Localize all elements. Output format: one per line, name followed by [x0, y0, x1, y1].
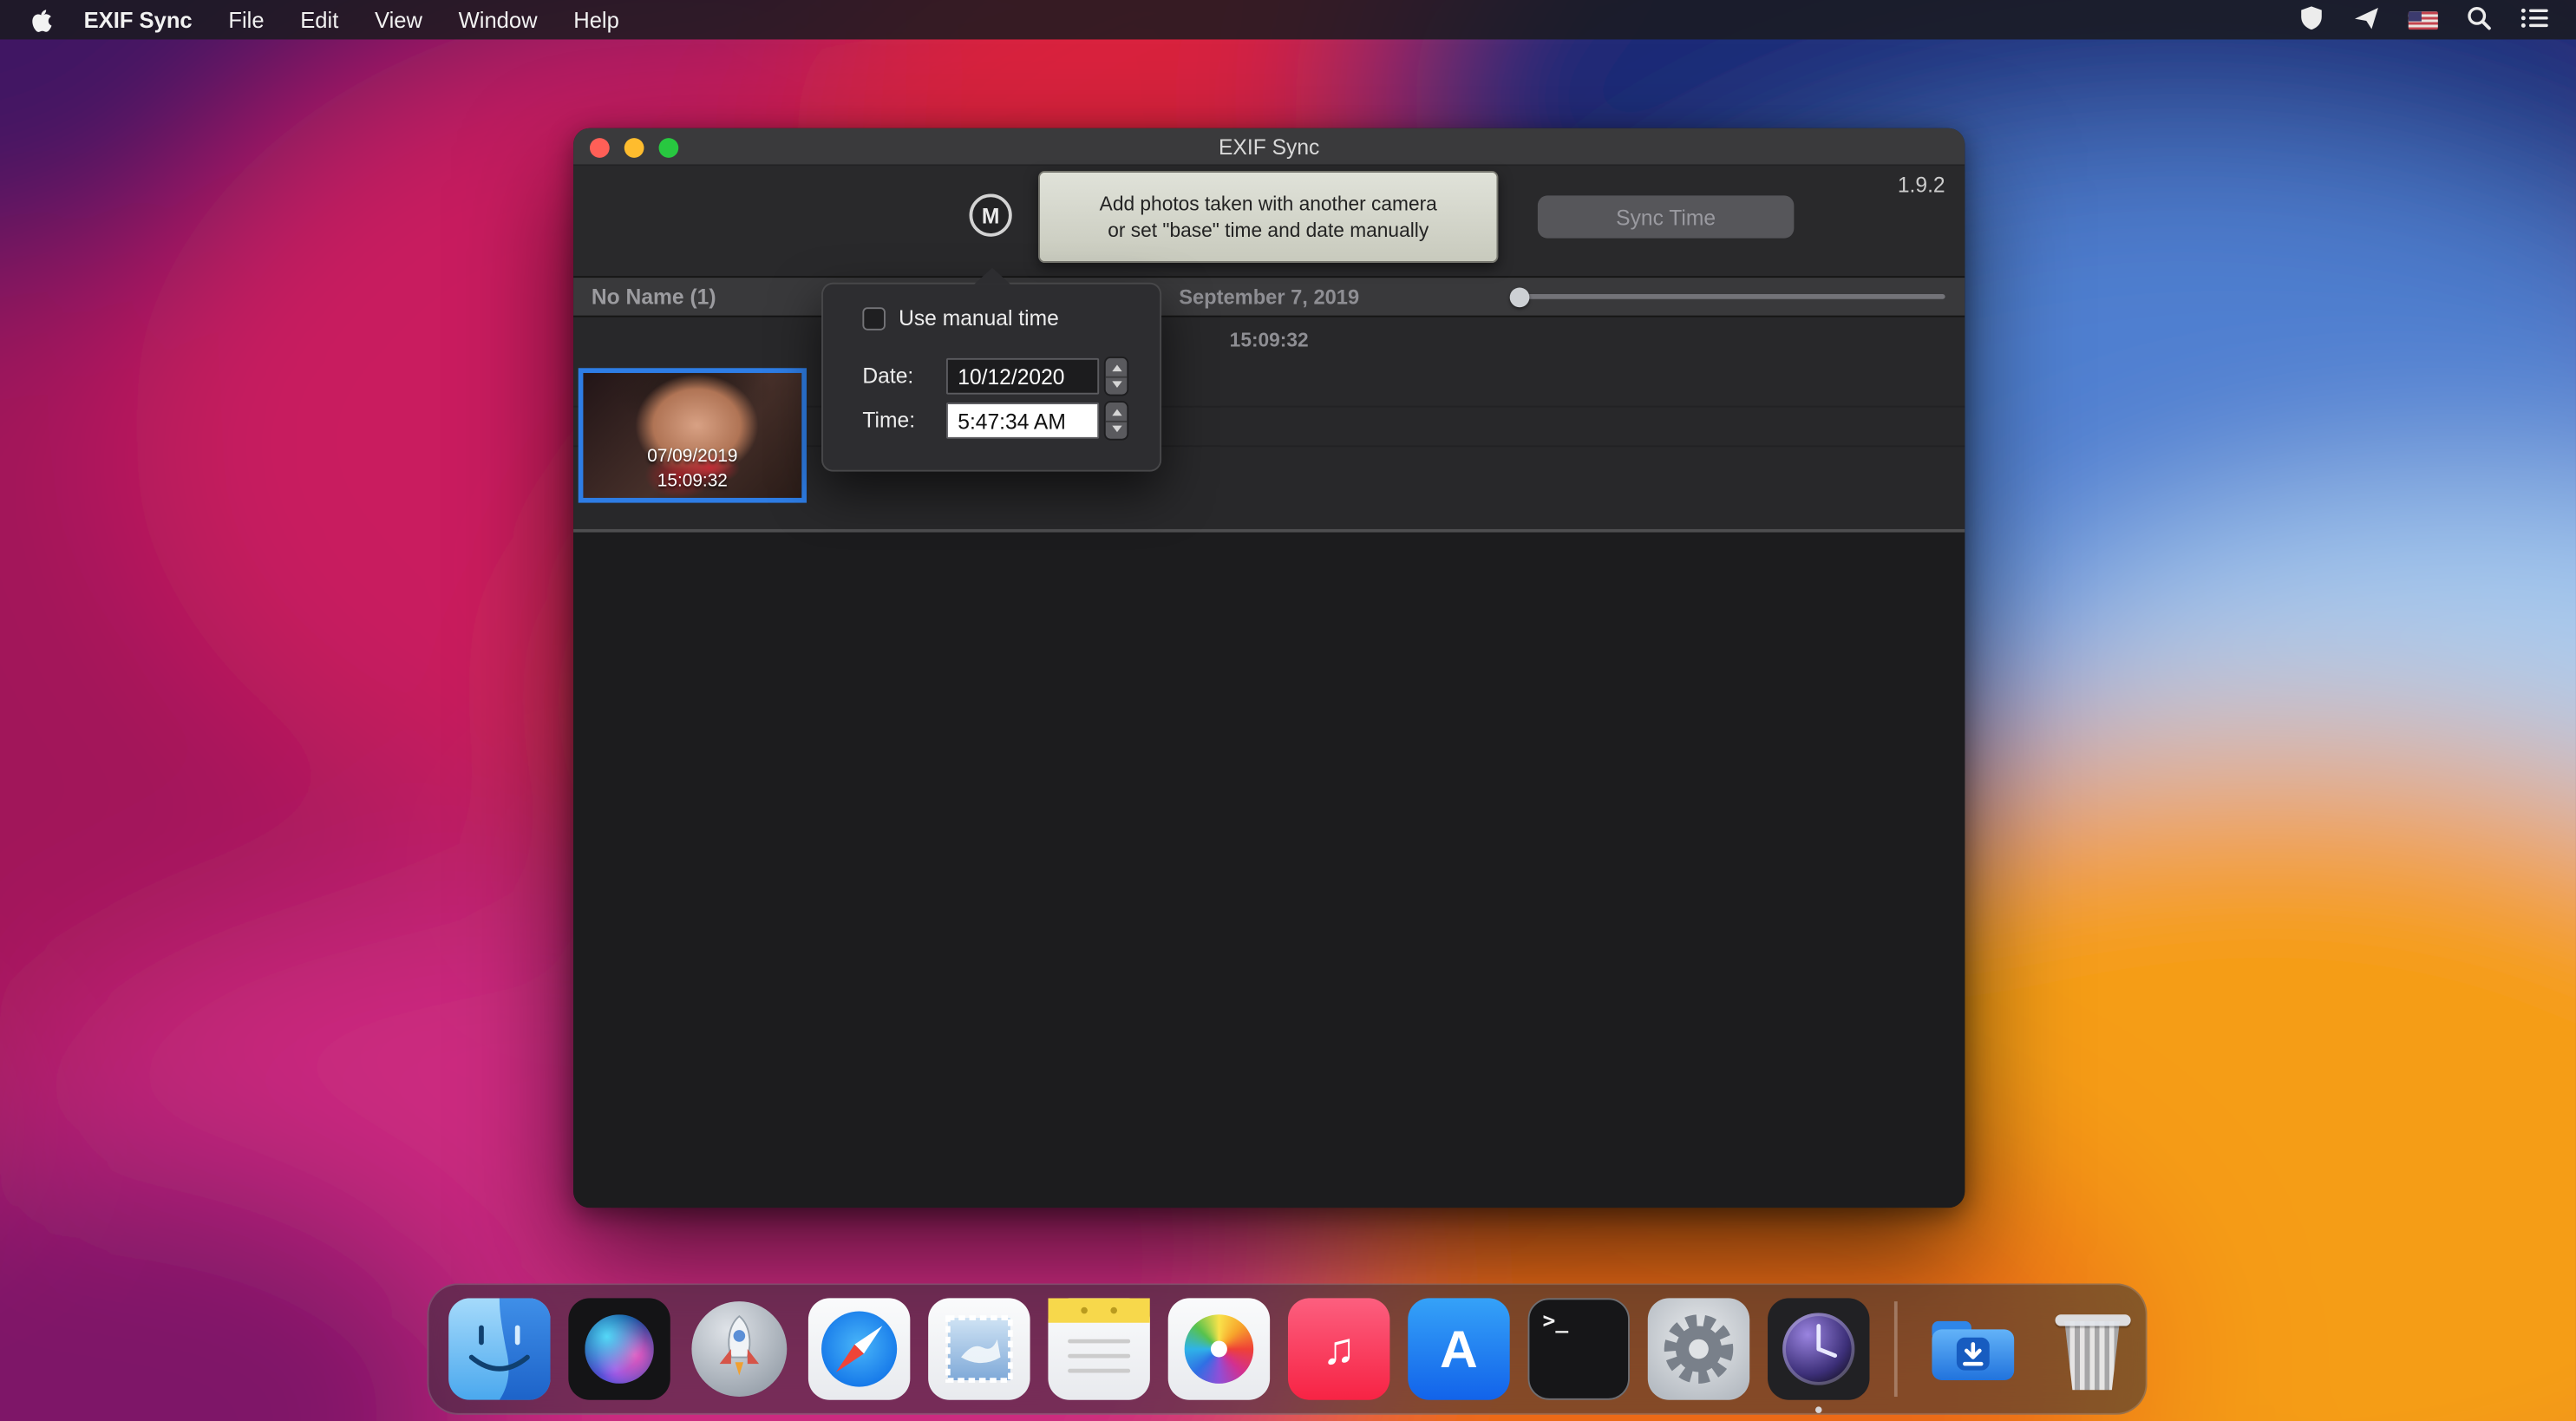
- shield-status-icon[interactable]: [2298, 4, 2324, 36]
- manual-time-button[interactable]: M: [970, 194, 1012, 237]
- spotlight-icon[interactable]: [2466, 4, 2492, 36]
- menu-edit[interactable]: Edit: [300, 8, 338, 32]
- dock-siri-icon[interactable]: [568, 1298, 670, 1399]
- dock-launchpad-icon[interactable]: [689, 1298, 790, 1399]
- dock-safari-icon[interactable]: [808, 1298, 910, 1399]
- empty-content-area: [573, 533, 1965, 1208]
- menu-bar-left: EXIF Sync File Edit View Window Help: [0, 6, 619, 34]
- dock-trash-icon[interactable]: [2041, 1298, 2142, 1399]
- apple-menu-icon[interactable]: [29, 6, 54, 34]
- time-stepper[interactable]: [1106, 403, 1128, 439]
- dock-notes-icon[interactable]: [1048, 1298, 1149, 1399]
- time-label: Time:: [862, 408, 915, 432]
- menu-help[interactable]: Help: [573, 8, 619, 32]
- date-stepper-down[interactable]: [1106, 377, 1128, 395]
- dock-terminal-icon[interactable]: >_: [1528, 1298, 1630, 1399]
- date-label: Date:: [862, 363, 913, 388]
- dock-divider: [1894, 1301, 1897, 1397]
- time-stepper-down[interactable]: [1106, 422, 1128, 439]
- photo-thumbnail-caption: 07/09/2019 15:09:32: [583, 446, 801, 493]
- list-header: September 7, 2019 No Name (1): [573, 276, 1965, 317]
- manual-time-tooltip: Add photos taken with another camera or …: [1038, 171, 1498, 263]
- menu-bar: EXIF Sync File Edit View Window Help: [0, 0, 2576, 39]
- minimize-button[interactable]: [624, 137, 644, 157]
- app-menu-title[interactable]: EXIF Sync: [84, 8, 193, 32]
- dock-system-preferences-icon[interactable]: [1648, 1298, 1749, 1399]
- music-note-glyph: ♫: [1323, 1324, 1356, 1375]
- time-stepper-up[interactable]: [1106, 403, 1128, 422]
- keyboard-layout-flag-icon[interactable]: [2409, 10, 2438, 29]
- dock-mail-icon[interactable]: [928, 1298, 1030, 1399]
- flag-canton: [2409, 10, 2422, 20]
- siri-orb: [585, 1314, 654, 1384]
- trash-basket: [2059, 1321, 2125, 1391]
- running-indicator-dot: [1815, 1406, 1822, 1413]
- tooltip-line-1: Add photos taken with another camera: [1100, 190, 1437, 217]
- sync-time-button[interactable]: Sync Time: [1538, 195, 1794, 238]
- title-bar[interactable]: EXIF Sync: [573, 128, 1965, 167]
- dock-exif-sync-icon[interactable]: [1768, 1298, 1869, 1399]
- trash-rim: [2055, 1314, 2130, 1326]
- photo-thumbnail[interactable]: 07/09/2019 15:09:32: [579, 368, 807, 502]
- header-group-label: No Name (1): [592, 278, 716, 316]
- app-version: 1.9.2: [1898, 173, 1945, 197]
- use-manual-time-checkbox[interactable]: [862, 307, 886, 331]
- dock-music-icon[interactable]: ♫: [1288, 1298, 1389, 1399]
- popover-arrow: [974, 268, 1010, 285]
- paper-plane-icon[interactable]: [2352, 4, 2380, 36]
- menu-file[interactable]: File: [228, 8, 264, 32]
- row-time-label: 15:09:32: [573, 329, 1965, 352]
- exif-sync-window: EXIF Sync M Add photos taken with anothe…: [573, 128, 1965, 1208]
- menu-view[interactable]: View: [375, 8, 422, 32]
- tooltip-line-2: or set "base" time and date manually: [1108, 217, 1429, 244]
- menu-list-icon[interactable]: [2520, 6, 2550, 34]
- date-stepper[interactable]: [1106, 358, 1128, 395]
- dock-downloads-folder-icon[interactable]: [1921, 1298, 2023, 1399]
- date-field[interactable]: [946, 358, 1099, 395]
- desktop: EXIF Sync File Edit View Window Help: [0, 0, 2576, 1421]
- photo-time: 15:09:32: [583, 469, 801, 493]
- dock-photos-icon[interactable]: [1168, 1298, 1270, 1399]
- terminal-prompt-glyph: >_: [1543, 1310, 1569, 1334]
- dock-finder-icon[interactable]: [448, 1298, 550, 1399]
- date-stepper-up[interactable]: [1106, 358, 1128, 377]
- menu-bar-status-area: [2298, 4, 2576, 36]
- dock: ♫ A >_: [427, 1283, 2147, 1415]
- menu-window[interactable]: Window: [459, 8, 538, 32]
- dock-app-store-icon[interactable]: A: [1408, 1298, 1509, 1399]
- photos-center: [1211, 1341, 1227, 1358]
- zoom-button[interactable]: [659, 137, 679, 157]
- photo-list-area: 15:09:32 07/09/2019 15:09:32: [573, 318, 1965, 529]
- use-manual-time-label: Use manual time: [899, 305, 1059, 330]
- time-field[interactable]: [946, 403, 1099, 439]
- manual-time-popover: Use manual time Date: Time:: [821, 283, 1161, 472]
- app-store-glyph: A: [1440, 1319, 1478, 1379]
- close-button[interactable]: [590, 137, 610, 157]
- window-title: EXIF Sync: [1219, 134, 1319, 158]
- thumbnail-size-slider-thumb[interactable]: [1510, 287, 1530, 307]
- toolbar: M Add photos taken with another camera o…: [573, 166, 1965, 276]
- thumbnail-size-slider-track[interactable]: [1520, 294, 1945, 299]
- photo-date: 07/09/2019: [583, 446, 801, 469]
